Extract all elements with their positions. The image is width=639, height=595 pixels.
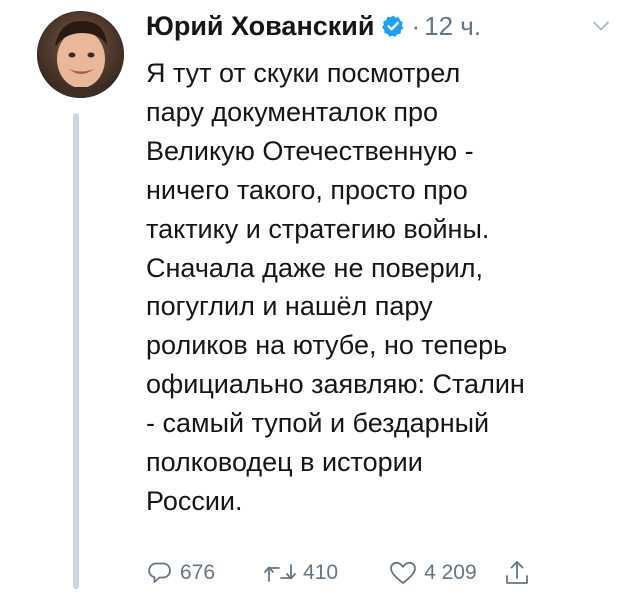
tweet-text-line: пару документалок про xyxy=(146,96,439,127)
tweet-text-line: Я тут от скуки посмотрел xyxy=(146,58,461,88)
tweet-text-line: погуглил и нашёл пару xyxy=(146,291,433,322)
avatar[interactable] xyxy=(37,11,124,98)
time-separator: · xyxy=(411,10,421,41)
like-button[interactable]: 4 209 xyxy=(388,559,477,587)
tweet-actions: 676 410 4 209 xyxy=(146,556,531,590)
like-count: 4 209 xyxy=(424,561,477,584)
tweet-text-line: официально заявляю: Сталин xyxy=(146,369,525,400)
tweet-text-line: ничего такого, просто про xyxy=(146,174,468,205)
avatar-image xyxy=(37,11,124,98)
reply-count: 676 xyxy=(180,561,216,584)
retweet-button[interactable]: 410 xyxy=(263,559,338,587)
tweet-text-line: России. xyxy=(146,485,243,516)
reply-icon xyxy=(146,559,174,587)
share-icon xyxy=(503,558,531,588)
tweet-text-line: роликов на ютубе, но теперь xyxy=(146,330,508,361)
retweet-icon xyxy=(263,559,297,587)
reply-button[interactable]: 676 xyxy=(146,559,215,587)
tweet-text: Я тут от скуки посмотрел пару документал… xyxy=(146,54,616,521)
tweet-timestamp[interactable]: 12 ч. xyxy=(424,11,481,42)
tweet-text-line: - самый тупой и бездарный xyxy=(146,408,490,439)
chevron-down-icon[interactable] xyxy=(589,14,613,38)
retweet-count: 410 xyxy=(303,561,339,584)
tweet-text-line: Сначала даже не поверил, xyxy=(146,252,484,283)
tweet-text-line: Великую Отечественную - xyxy=(146,135,474,166)
author-name[interactable]: Юрий Хованский xyxy=(146,11,374,42)
heart-icon xyxy=(388,559,418,587)
thread-connector-line xyxy=(73,113,79,589)
tweet-text-line: полководец в истории xyxy=(146,447,423,478)
verified-badge-icon xyxy=(381,14,405,38)
tweet-text-line: тактику и стратегию войны. xyxy=(146,213,490,244)
share-button[interactable] xyxy=(503,558,531,588)
tweet-header: Юрий Хованский · 12 ч. xyxy=(146,6,621,46)
